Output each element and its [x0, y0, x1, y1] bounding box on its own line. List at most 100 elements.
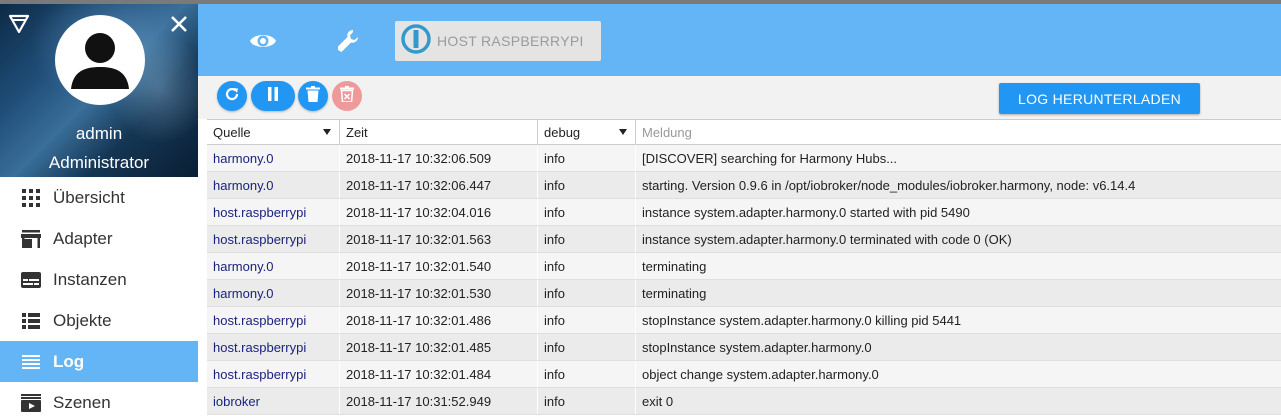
user-name: admin [75, 124, 123, 143]
log-source: host.raspberrypi [207, 199, 340, 225]
sidebar-item-label: Übersicht [53, 187, 125, 207]
log-time: 2018-11-17 10:32:01.540 [340, 253, 538, 279]
log-time: 2018-11-17 10:32:01.563 [340, 226, 538, 252]
time-filter-input[interactable]: Zeit [340, 120, 538, 144]
log-time: 2018-11-17 10:32:06.447 [340, 172, 538, 198]
sidebar-item-log[interactable]: Log [0, 341, 198, 382]
caret-down-icon [323, 129, 331, 135]
scenes-icon [21, 393, 41, 413]
sidebar-item-label: Objekte [53, 310, 112, 330]
level-filter-select[interactable]: debug [538, 120, 636, 144]
sidebar-item-objekte[interactable]: Objekte [0, 300, 198, 341]
table-row: harmony.0 2018-11-17 10:32:06.509 info [DIS… [207, 145, 1281, 172]
table-row: iobroker 2018-11-17 10:31:52.949 info exit … [207, 388, 1281, 415]
log-time: 2018-11-17 10:32:06.509 [340, 145, 538, 171]
sidebar-item-label: Log [53, 351, 85, 371]
log-level: info [538, 280, 636, 306]
log-source: host.raspberrypi [207, 361, 340, 387]
log-source: harmony.0 [207, 172, 340, 198]
log-level: info [538, 226, 636, 252]
table-row: host.raspberrypi 2018-11-17 10:32:01.485 i… [207, 334, 1281, 361]
log-message: instance system.adapter.harmony.0 termin… [642, 231, 1012, 247]
sidebar-item-label: Instanzen [53, 269, 127, 289]
log-time: 2018-11-17 10:31:52.949 [340, 388, 538, 414]
log-message: terminating [642, 285, 707, 301]
log-source: iobroker [207, 388, 340, 414]
log-level: info [538, 145, 636, 171]
table-row: harmony.0 2018-11-17 10:32:06.447 info star… [207, 172, 1281, 199]
user-role: Administrator [48, 153, 150, 172]
sidebar-item-label: Szenen [53, 392, 111, 412]
message-placeholder: Meldung [642, 124, 692, 140]
log-source: harmony.0 [207, 280, 340, 306]
table-header: Quelle Zeit debug Meldung [207, 119, 1281, 145]
instances-icon [21, 270, 41, 290]
store-icon [21, 229, 41, 249]
host-selector-button[interactable]: HOST RASPBERRYPI [395, 21, 601, 61]
log-message: terminating [642, 258, 707, 274]
log-icon [21, 352, 41, 372]
table-row: host.raspberrypi 2018-11-17 10:32:01.486 i… [207, 307, 1281, 334]
level-header-value: debug [544, 124, 581, 140]
host-label: HOST RASPBERRYPI [437, 33, 584, 49]
pause-button[interactable] [251, 81, 295, 111]
log-source: host.raspberrypi [207, 334, 340, 360]
nav-menu: Übersicht Adapter Instanzen Objekte Log [0, 177, 198, 416]
log-message: stopInstance system.adapter.harmony.0 ki… [642, 312, 962, 328]
iobroker-logo-icon [401, 23, 431, 59]
log-level: info [538, 334, 636, 360]
log-time: 2018-11-17 10:32:01.484 [340, 361, 538, 387]
sidebar-item-adapter[interactable]: Adapter [0, 218, 198, 259]
sidebar-item-szenen[interactable]: Szenen [0, 382, 198, 416]
log-level: info [538, 172, 636, 198]
log-table: Quelle Zeit debug Meldung harmony.0 2018-… [207, 119, 1281, 416]
sidebar-item-instanzen[interactable]: Instanzen [0, 259, 198, 300]
log-message: stopInstance system.adapter.harmony.0 [642, 339, 872, 355]
log-source: harmony.0 [207, 253, 340, 279]
log-source: host.raspberrypi [207, 226, 340, 252]
table-row: host.raspberrypi 2018-11-17 10:32:04.016 i… [207, 199, 1281, 226]
log-level: info [538, 307, 636, 333]
list-icon [21, 311, 41, 331]
log-message: exit 0 [642, 393, 674, 409]
eye-icon[interactable] [248, 26, 278, 56]
log-rows: harmony.0 2018-11-17 10:32:06.509 info [DIS… [207, 145, 1281, 415]
top-header: HOST RASPBERRYPI [198, 4, 1281, 76]
refresh-icon [224, 86, 240, 107]
close-sidebar-icon[interactable] [168, 13, 190, 35]
table-row: host.raspberrypi 2018-11-17 10:32:01.484 i… [207, 361, 1281, 388]
download-log-button[interactable]: LOG HERUNTERLADEN [999, 83, 1200, 114]
source-header-label: Quelle [213, 124, 251, 140]
log-source: host.raspberrypi [207, 307, 340, 333]
profile-panel: admin Administrator [0, 4, 198, 177]
log-message: [DISCOVER] searching for Harmony Hubs... [642, 150, 898, 166]
table-row: harmony.0 2018-11-17 10:32:01.530 info term… [207, 280, 1281, 307]
log-level: info [538, 388, 636, 414]
delete-log-file-button[interactable] [332, 81, 362, 111]
avatar [55, 15, 145, 105]
grid-icon [21, 188, 41, 208]
log-message: object change system.adapter.harmony.0 [642, 366, 879, 382]
log-time: 2018-11-17 10:32:01.486 [340, 307, 538, 333]
delete-button[interactable] [298, 81, 328, 111]
trash-x-icon [340, 85, 354, 107]
refresh-button[interactable] [217, 81, 247, 111]
log-level: info [538, 361, 636, 387]
menu-toggle-icon[interactable] [8, 14, 30, 34]
wrench-icon[interactable] [334, 26, 364, 56]
trash-icon [306, 85, 320, 107]
log-message: instance system.adapter.harmony.0 starte… [642, 204, 970, 220]
log-time: 2018-11-17 10:32:01.485 [340, 334, 538, 360]
log-source: harmony.0 [207, 145, 340, 171]
sidebar-item-uebersicht[interactable]: Übersicht [0, 177, 198, 218]
caret-down-icon [619, 129, 627, 135]
message-filter-input[interactable]: Meldung [636, 120, 1281, 144]
log-level: info [538, 199, 636, 225]
log-level: info [538, 253, 636, 279]
sidebar: admin Administrator Übersicht Adapter In… [0, 4, 198, 416]
log-time: 2018-11-17 10:32:04.016 [340, 199, 538, 225]
log-toolbar: LOG HERUNTERLADEN [198, 76, 1281, 119]
source-filter-select[interactable]: Quelle [207, 120, 340, 144]
table-row: harmony.0 2018-11-17 10:32:01.540 info term… [207, 253, 1281, 280]
log-message: starting. Version 0.9.6 in /opt/iobroker… [642, 177, 1136, 193]
